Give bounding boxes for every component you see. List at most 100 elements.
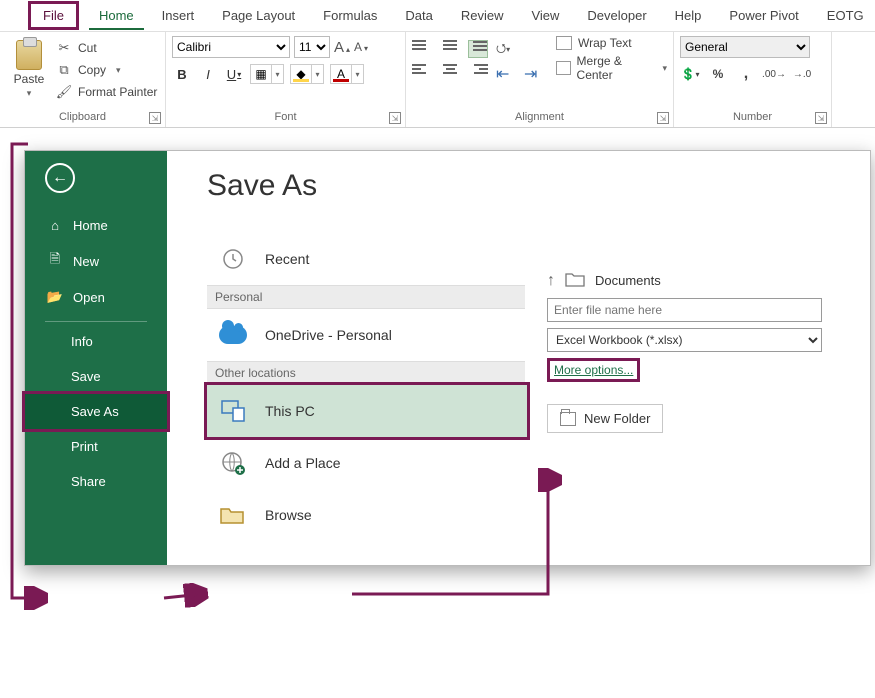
tab-file[interactable]: File	[28, 1, 79, 30]
format-painter-label: Format Painter	[78, 85, 157, 99]
sidebar-info[interactable]: Info	[25, 324, 167, 359]
breadcrumb-label: Documents	[595, 273, 661, 288]
sidebar-home-label: Home	[73, 218, 108, 233]
percent-button[interactable]: %	[708, 64, 728, 84]
align-bottom-button[interactable]	[468, 40, 488, 58]
align-middle-button[interactable]	[440, 40, 460, 58]
sidebar-print[interactable]: Print	[25, 429, 167, 464]
breadcrumb[interactable]: ↑ Documents	[547, 271, 852, 290]
font-dialog-launcher[interactable]: ⇲	[389, 112, 401, 124]
number-format-select[interactable]: General	[680, 36, 810, 58]
increase-indent-button[interactable]: ⇥	[524, 64, 544, 82]
decrease-decimal-button[interactable]: →.0	[792, 64, 812, 84]
wrap-text-button[interactable]: Wrap Text	[556, 36, 667, 50]
group-label-alignment: Alignment	[412, 111, 667, 125]
merge-icon	[556, 61, 571, 75]
fill-color-button[interactable]: ◆▾	[290, 64, 324, 84]
borders-icon: ▦	[250, 64, 272, 84]
paste-dropdown-icon[interactable]: ▾	[27, 88, 32, 99]
font-color-button[interactable]: A▾	[330, 64, 364, 84]
new-icon: 🗎	[47, 253, 63, 269]
tab-insert[interactable]: Insert	[148, 2, 209, 29]
tab-help[interactable]: Help	[661, 2, 716, 29]
italic-button[interactable]: I	[198, 64, 218, 84]
location-recent[interactable]: Recent	[207, 233, 527, 285]
font-name-select[interactable]: Calibri	[172, 36, 290, 58]
underline-button[interactable]: U▾	[224, 64, 244, 84]
clock-icon	[219, 245, 247, 273]
tab-formulas[interactable]: Formulas	[309, 2, 391, 29]
merge-label: Merge & Center	[577, 54, 653, 82]
merge-dropdown-icon[interactable]: ▾	[662, 63, 667, 74]
location-this-pc[interactable]: This PC	[207, 385, 527, 437]
fill-icon: ◆	[290, 64, 312, 84]
sidebar-save-as[interactable]: Save As	[25, 394, 167, 429]
sidebar-save-label: Save	[71, 369, 101, 384]
more-options-link[interactable]: More options...	[547, 358, 640, 382]
align-top-button[interactable]	[412, 40, 432, 58]
decrease-font-button[interactable]: A▾	[354, 40, 368, 54]
section-other: Other locations	[207, 361, 525, 385]
font-color-dropdown-icon[interactable]: ▾	[352, 64, 364, 84]
increase-font-button[interactable]: A▴	[334, 39, 350, 56]
sidebar-share[interactable]: Share	[25, 464, 167, 499]
sidebar-home[interactable]: ⌂ Home	[25, 207, 167, 243]
tab-review[interactable]: Review	[447, 2, 518, 29]
sidebar-open[interactable]: 📂 Open	[25, 279, 167, 315]
home-icon: ⌂	[47, 217, 63, 233]
sidebar-info-label: Info	[71, 334, 93, 349]
backstage-sidebar: ← ⌂ Home 🗎New 📂 Open Info Save Save As Pri…	[25, 151, 167, 565]
tab-view[interactable]: View	[517, 2, 573, 29]
merge-center-button[interactable]: Merge & Center ▾	[556, 54, 667, 82]
sidebar-open-label: Open	[73, 290, 105, 305]
tab-eotg[interactable]: EOTG	[813, 2, 864, 29]
location-onedrive[interactable]: OneDrive - Personal	[207, 309, 527, 361]
location-add-place[interactable]: Add a Place	[207, 437, 527, 489]
sidebar-print-label: Print	[71, 439, 98, 454]
back-button[interactable]: ←	[45, 163, 75, 193]
number-dialog-launcher[interactable]: ⇲	[815, 112, 827, 124]
accounting-format-button[interactable]: 💲▾	[680, 64, 700, 84]
align-right-button[interactable]	[468, 64, 488, 82]
group-number: General 💲▾ % , .00→ →.0 Number ⇲	[674, 32, 832, 127]
paste-label: Paste	[14, 72, 45, 86]
wrap-text-icon	[556, 36, 572, 50]
align-center-button[interactable]	[440, 64, 460, 82]
up-arrow-icon[interactable]: ↑	[547, 272, 555, 290]
borders-dropdown-icon[interactable]: ▾	[272, 64, 284, 84]
filename-input[interactable]	[547, 298, 822, 322]
copy-dropdown-icon[interactable]: ▾	[116, 65, 121, 76]
increase-decimal-button[interactable]: .00→	[764, 64, 784, 84]
tab-data[interactable]: Data	[391, 2, 446, 29]
tab-page-layout[interactable]: Page Layout	[208, 2, 309, 29]
comma-button[interactable]: ,	[736, 64, 756, 84]
group-label-clipboard: Clipboard	[6, 111, 159, 125]
alignment-dialog-launcher[interactable]: ⇲	[657, 112, 669, 124]
fill-dropdown-icon[interactable]: ▾	[312, 64, 324, 84]
filetype-select[interactable]: Excel Workbook (*.xlsx)	[547, 328, 822, 352]
globe-plus-icon	[219, 449, 247, 477]
new-folder-button[interactable]: New Folder	[547, 404, 663, 433]
bold-button[interactable]: B	[172, 64, 192, 84]
clipboard-dialog-launcher[interactable]: ⇲	[149, 112, 161, 124]
tab-developer[interactable]: Developer	[573, 2, 660, 29]
location-add-place-label: Add a Place	[265, 455, 341, 471]
sidebar-new[interactable]: 🗎New	[25, 243, 167, 279]
cloud-icon	[219, 321, 247, 349]
open-icon: 📂	[47, 289, 63, 305]
align-left-button[interactable]	[412, 64, 432, 82]
font-size-select[interactable]: 11	[294, 36, 330, 58]
tab-home[interactable]: Home	[85, 2, 148, 29]
group-label-font: Font	[172, 111, 399, 125]
location-browse[interactable]: Browse	[207, 489, 527, 541]
borders-button[interactable]: ▦▾	[250, 64, 284, 84]
tab-power-pivot[interactable]: Power Pivot	[715, 2, 812, 29]
paste-button[interactable]: Paste ▾	[6, 36, 52, 99]
copy-button[interactable]: ⧉Copy▾	[56, 62, 157, 78]
orientation-button[interactable]: ⭯▾	[496, 40, 516, 58]
cut-button[interactable]: ✂Cut	[56, 40, 157, 56]
format-painter-button[interactable]: 🖌Format Painter	[56, 84, 157, 100]
decrease-indent-button[interactable]: ⇤	[496, 64, 516, 82]
sidebar-save[interactable]: Save	[25, 359, 167, 394]
location-browse-label: Browse	[265, 507, 312, 523]
